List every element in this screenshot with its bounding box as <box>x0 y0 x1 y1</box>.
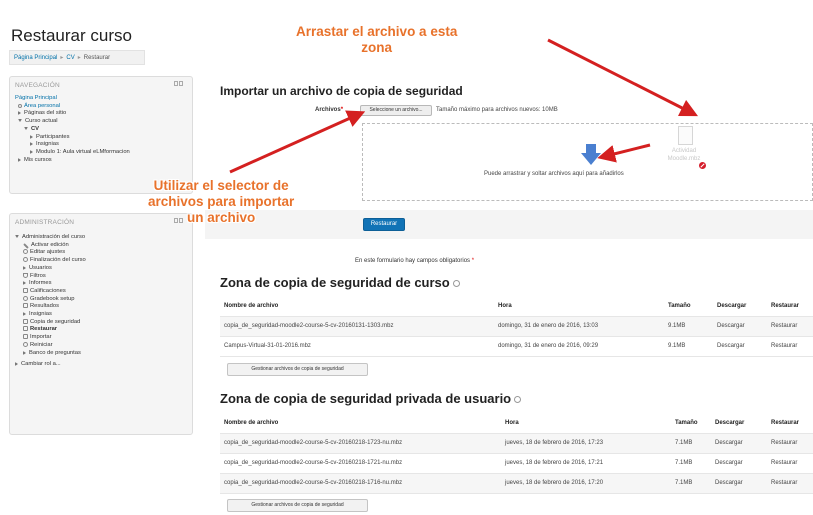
arrow-to-file-selector <box>229 110 366 174</box>
selector-annotation: Utilizar el selector de archivos para im… <box>148 178 294 226</box>
annotation-arrows <box>229 38 699 174</box>
drag-annotation-line: zona <box>361 40 393 55</box>
drag-annotation-line: Arrastar el archivo a esta <box>296 24 458 39</box>
arrow-to-dropzone <box>547 38 699 117</box>
arrow-to-drop-icon <box>597 143 651 163</box>
selector-annotation-line: Utilizar el selector de <box>153 178 289 193</box>
drag-annotation: Arrastar el archivo a esta zona <box>296 24 457 56</box>
selector-annotation-line: archivos para importar <box>148 194 295 209</box>
selector-annotation-line: un archivo <box>187 210 256 225</box>
